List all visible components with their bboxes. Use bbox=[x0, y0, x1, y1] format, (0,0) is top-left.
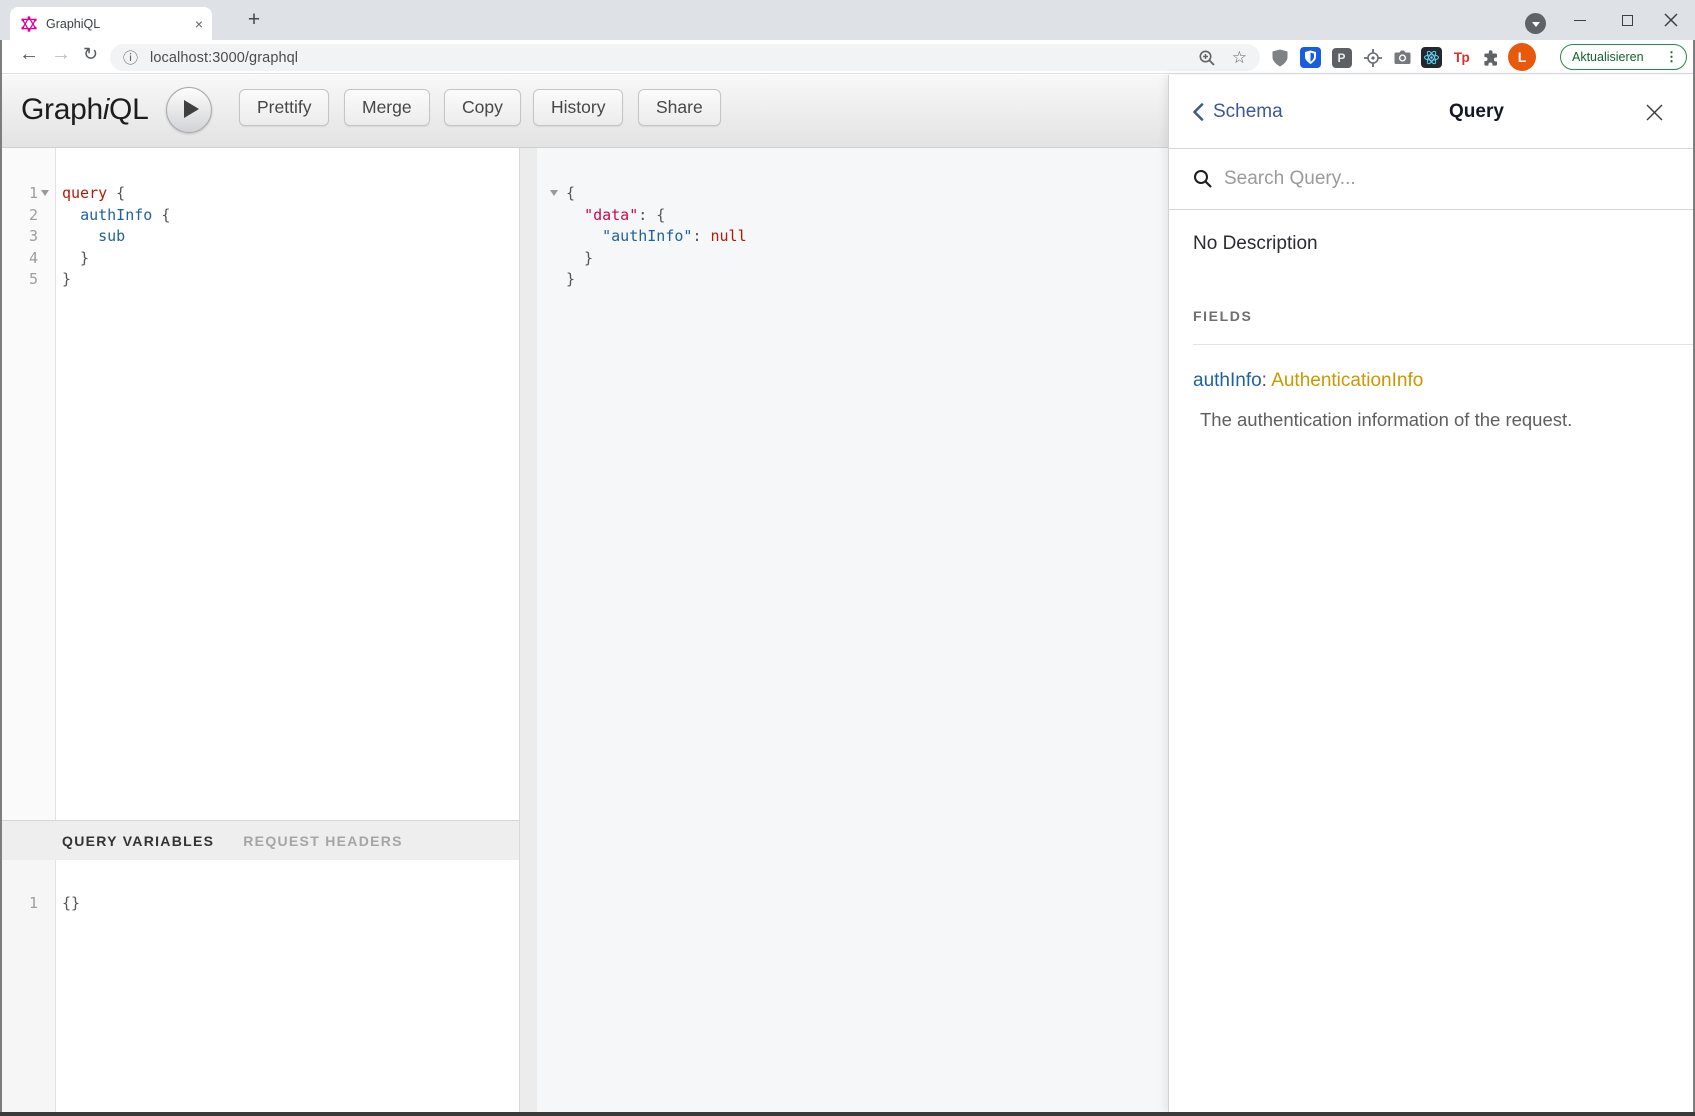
tab-search-button[interactable] bbox=[1525, 13, 1546, 34]
p-extension-icon[interactable]: P bbox=[1328, 44, 1355, 71]
search-icon bbox=[1193, 169, 1213, 189]
chevron-down-icon bbox=[1532, 22, 1540, 27]
code-line[interactable]: } bbox=[62, 269, 71, 290]
info-icon[interactable]: ⓘ bbox=[123, 47, 138, 68]
fold-arrow-icon[interactable] bbox=[550, 190, 558, 196]
field-name-link[interactable]: authInfo bbox=[1193, 370, 1262, 391]
tab-close-icon[interactable]: × bbox=[195, 17, 203, 31]
graphiql-topbar: GraphiQL Prettify Merge Copy History Sha… bbox=[0, 75, 1168, 148]
prettify-button[interactable]: Prettify bbox=[239, 89, 329, 126]
graphql-favicon bbox=[21, 16, 37, 32]
browser-tab-graphiql[interactable]: GraphiQL × bbox=[10, 7, 212, 40]
doc-search-input[interactable] bbox=[1224, 164, 1604, 194]
line-number: 1 bbox=[0, 893, 38, 914]
play-icon bbox=[184, 100, 199, 118]
address-bar[interactable]: ⓘ localhost:3000/graphql ☆ bbox=[110, 44, 1260, 71]
doc-explorer-title-bar: Schema Query bbox=[1169, 75, 1695, 149]
code-line[interactable]: } bbox=[62, 248, 89, 269]
doc-search-box[interactable] bbox=[1169, 149, 1695, 210]
doc-close-button[interactable] bbox=[1645, 103, 1664, 122]
code-line[interactable]: {} bbox=[62, 893, 80, 914]
graphiql-logo: GraphiQL bbox=[21, 93, 148, 127]
doc-back-label: Schema bbox=[1213, 101, 1283, 123]
tampermonkey-tp-icon[interactable]: Tp bbox=[1448, 44, 1475, 71]
type-description: No Description bbox=[1193, 233, 1671, 255]
variables-editor-gutter: 1 bbox=[0, 860, 56, 1113]
close-icon bbox=[1645, 103, 1664, 122]
code-line: } bbox=[566, 269, 575, 290]
field-row-authinfo: authInfo: AuthenticationInfo bbox=[1193, 370, 1671, 392]
line-number: 4 bbox=[0, 248, 38, 269]
fields-heading: FIELDS bbox=[1193, 308, 1671, 324]
profile-avatar[interactable]: L bbox=[1508, 43, 1536, 71]
new-tab-button[interactable]: + bbox=[241, 8, 267, 34]
update-label: Aktualisieren bbox=[1572, 50, 1665, 64]
tab-title: GraphiQL bbox=[46, 17, 195, 31]
doc-content: No Description FIELDS authInfo: Authenti… bbox=[1169, 233, 1695, 431]
code-line: "authInfo": null bbox=[566, 226, 747, 247]
code-line[interactable]: sub bbox=[62, 226, 125, 247]
window-close-button[interactable] bbox=[1648, 0, 1694, 40]
forward-button: → bbox=[51, 43, 71, 66]
bitwarden-shield-icon[interactable] bbox=[1297, 44, 1324, 71]
url-text[interactable]: localhost:3000/graphql bbox=[150, 50, 298, 66]
extensions-puzzle-icon[interactable] bbox=[1478, 44, 1505, 71]
tab-request-headers[interactable]: REQUEST HEADERS bbox=[243, 833, 403, 849]
doc-back-link[interactable]: Schema bbox=[1192, 101, 1283, 123]
share-button[interactable]: Share bbox=[638, 89, 721, 126]
crosshair-icon[interactable] bbox=[1359, 44, 1386, 71]
back-button[interactable]: ← bbox=[19, 43, 39, 66]
pane-divider[interactable] bbox=[519, 148, 537, 1113]
window-maximize-button[interactable] bbox=[1604, 0, 1650, 40]
code-line[interactable]: authInfo { bbox=[62, 205, 170, 226]
react-devtools-icon[interactable] bbox=[1418, 44, 1445, 71]
fields-divider bbox=[1193, 344, 1695, 345]
line-number: 2 bbox=[0, 205, 38, 226]
doc-title: Query bbox=[1449, 101, 1504, 123]
adblock-shield-icon[interactable] bbox=[1266, 44, 1293, 71]
tab-query-variables[interactable]: QUERY VARIABLES bbox=[62, 833, 214, 849]
code-line[interactable]: query { bbox=[62, 183, 125, 204]
line-number: 5 bbox=[0, 269, 38, 290]
result-viewer: { "data": { "authInfo": null }} bbox=[537, 148, 1168, 1113]
bookmark-star-icon[interactable]: ☆ bbox=[1232, 49, 1247, 66]
query-editor[interactable]: 12345 query { authInfo { sub }} bbox=[0, 148, 519, 820]
execute-query-button[interactable] bbox=[166, 87, 212, 133]
chevron-left-icon bbox=[1192, 103, 1204, 121]
window-left-edge bbox=[0, 40, 2, 1116]
history-button[interactable]: History bbox=[533, 89, 623, 126]
line-number: 3 bbox=[0, 226, 38, 247]
variables-editor[interactable]: 1 {} bbox=[0, 860, 519, 1113]
fold-arrow-icon[interactable] bbox=[41, 190, 49, 196]
field-description: The authentication information of the re… bbox=[1200, 409, 1671, 431]
zoom-icon[interactable] bbox=[1198, 49, 1216, 67]
copy-button[interactable]: Copy bbox=[444, 89, 521, 126]
window-bottom-edge bbox=[0, 1112, 1695, 1116]
doc-explorer: Schema Query No Description FIELDS authI… bbox=[1168, 75, 1695, 1113]
query-editor-gutter: 12345 bbox=[0, 148, 56, 820]
close-icon bbox=[1664, 13, 1678, 27]
code-line: { bbox=[566, 183, 575, 204]
reload-button[interactable]: ↻ bbox=[83, 44, 98, 65]
code-line: } bbox=[566, 248, 593, 269]
variables-title-bar: QUERY VARIABLES REQUEST HEADERS bbox=[0, 820, 519, 860]
kebab-menu-icon[interactable]: ⋮ bbox=[1665, 49, 1678, 65]
camera-icon[interactable] bbox=[1389, 44, 1416, 71]
window-minimize-button[interactable] bbox=[1557, 0, 1603, 40]
chrome-update-button[interactable]: Aktualisieren ⋮ bbox=[1560, 44, 1687, 70]
browser-tab-strip: GraphiQL × + bbox=[0, 0, 1695, 40]
merge-button[interactable]: Merge bbox=[344, 89, 430, 126]
code-line: "data": { bbox=[566, 205, 665, 226]
line-number: 1 bbox=[0, 183, 38, 204]
field-type-link[interactable]: AuthenticationInfo bbox=[1271, 370, 1423, 391]
